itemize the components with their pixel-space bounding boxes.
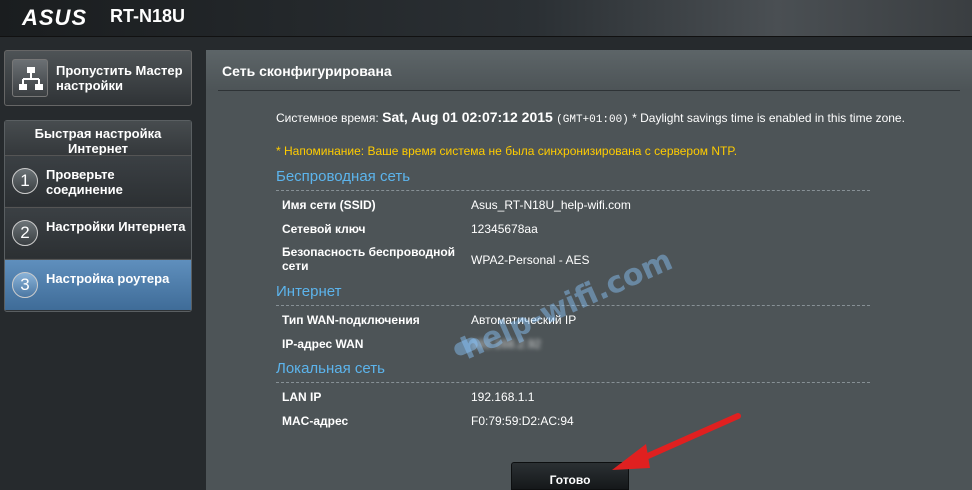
quick-setup-title: Быстрая настройка Интернет [5,121,191,156]
system-time-value: Sat, Aug 01 02:07:12 2015 [382,109,553,125]
network-key-label: Сетевой ключ [282,222,366,236]
skip-wizard-label: Пропустить Мастер настройки [56,63,183,93]
page-title: Сеть сконфигурирована [206,50,972,90]
asus-logo: ASUS [22,5,88,30]
ssid-value: Asus_RT-N18U_help-wifi.com [471,198,631,212]
wan-ip-label: IP-адрес WAN [282,337,364,351]
step-label: Настройка роутера [46,271,170,286]
red-arrow-icon [612,413,741,470]
lan-ip-label: LAN IP [282,390,322,404]
ssid-label: Имя сети (SSID) [282,198,376,212]
network-icon [12,59,48,97]
wan-type-label: Тип WAN-подключения [282,313,420,327]
security-label: Безопасность беспроводной сети [282,245,456,273]
divider [276,382,870,383]
lan-ip-value: 192.168.1.1 [471,390,535,404]
step-router-settings[interactable]: 3 Настройка роутера [5,259,191,310]
step-label: Проверьте соединение [46,167,123,197]
router-model: RT-N18U [110,6,186,26]
step-internet-settings[interactable]: 2 Настройки Интернета [5,207,191,258]
summary-panel: Сеть сконфигурирована Системное время: S… [206,50,972,490]
step-number: 2 [12,220,38,246]
skip-wizard-button[interactable]: Пропустить Мастер настройки [4,50,192,106]
step-label: Настройки Интернета [46,219,186,234]
step-check-connection[interactable]: 1 Проверьте соединение [5,155,191,206]
system-time-gmt: (GMT+01:00) [556,114,629,126]
ntp-warning: * Напоминание: Ваше время система не был… [276,144,738,158]
mac-label: MAC-адрес [282,414,349,428]
system-time-row: Системное время: Sat, Aug 01 02:07:12 20… [276,108,916,129]
wireless-heading: Беспроводная сеть [276,168,411,185]
system-time-label: Системное время: [276,111,379,125]
divider [218,90,960,91]
dst-note: * Daylight savings time is enabled in th… [632,111,905,125]
top-header-bar: ASUS RT-N18U [0,0,972,37]
step-number: 3 [12,272,38,298]
quick-setup-panel: Быстрая настройка Интернет 1 Проверьте с… [4,120,192,312]
divider [276,190,870,191]
step-number: 1 [12,168,38,194]
